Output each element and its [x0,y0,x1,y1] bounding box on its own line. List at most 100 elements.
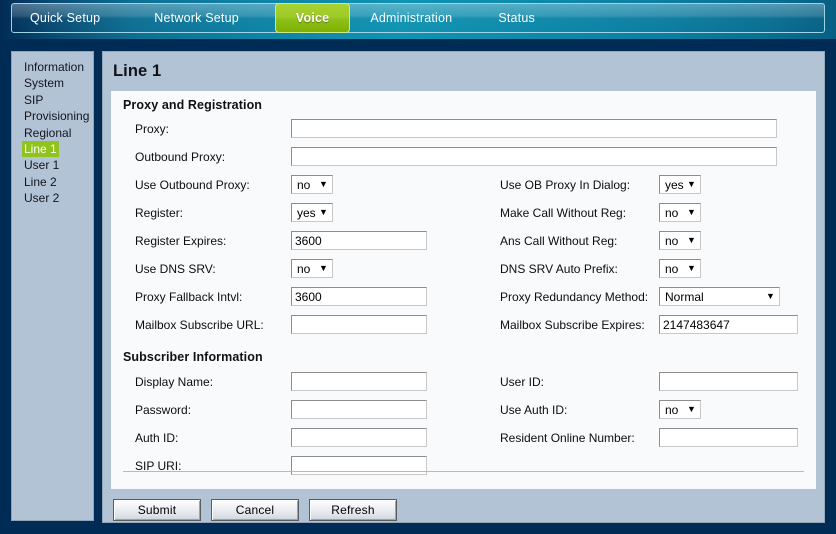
field-label-register: Register: [135,202,183,224]
field-label-password: Password: [135,399,191,421]
select-ans-call-without-reg[interactable]: no ▼ [659,231,701,250]
input-sip-uri[interactable] [291,456,427,475]
field-control-wrap-resident-online-number [659,428,798,447]
field-control-wrap-display-name [291,372,427,391]
field-label-dns-srv-auto-prefix: DNS SRV Auto Prefix: [500,258,618,280]
field-control-wrap-proxy [291,119,777,138]
field-label-use-auth-id: Use Auth ID: [500,399,567,421]
input-register-expires[interactable] [291,231,427,250]
label-text: Auth ID: [135,431,179,445]
refresh-button[interactable]: Refresh [309,499,397,521]
sidebar-row: Line 1 [22,140,93,158]
select-value: no [665,402,679,417]
sidebar-row: Information [22,59,93,75]
select-value: Normal [665,289,704,304]
nav-tab-network-setup[interactable]: Network Setup [134,3,275,33]
sidebar-item-user-2[interactable]: User 2 [22,190,61,206]
input-user-id[interactable] [659,372,798,391]
page-title: Line 1 [113,62,162,80]
label-text: Use Auth ID: [500,403,568,417]
field-label-use-ob-proxy-in-dialog: Use OB Proxy In Dialog: [500,174,630,196]
nav-tab-quick-setup[interactable]: Quick Setup [11,3,134,33]
sidebar-item-provisioning[interactable]: Provisioning [22,108,91,124]
sidebar-item-line-1[interactable]: Line 1 [22,140,59,158]
field-label-outbound-proxy: Outbound Proxy: [135,146,225,168]
field-label-sip-uri: SIP URI: [135,455,181,477]
field-control-wrap-mailbox-subscribe-url [291,315,427,334]
section-title-subscriber-information: Subscriber Information [123,350,263,364]
field-label-ans-call-without-reg: Ans Call Without Reg: [500,230,617,252]
field-control-wrap-register-expires [291,231,427,250]
select-value: no [665,261,679,276]
label-text: Display Name: [135,375,214,389]
field-label-auth-id: Auth ID: [135,427,178,449]
input-mailbox-subscribe-url[interactable] [291,315,427,334]
field-label-resident-online-number: Resident Online Number: [500,427,635,449]
select-use-auth-id[interactable]: no ▼ [659,400,701,419]
field-label-register-expires: Register Expires: [135,230,226,252]
sidebar-row: Regional [22,125,93,141]
chevron-down-icon: ▼ [766,291,775,301]
cancel-button[interactable]: Cancel [211,499,299,521]
input-password[interactable] [291,400,427,419]
label-text: Ans Call Without Reg: [500,234,618,248]
select-make-call-without-reg[interactable]: no ▼ [659,203,701,222]
select-use-ob-proxy-in-dialog[interactable]: yes ▼ [659,175,701,194]
field-label-user-id: User ID: [500,371,544,393]
chevron-down-icon: ▼ [319,179,328,189]
input-display-name[interactable] [291,372,427,391]
field-label-proxy-fallback-intvl: Proxy Fallback Intvl: [135,286,242,308]
field-label-make-call-without-reg: Make Call Without Reg: [500,202,626,224]
chevron-down-icon: ▼ [687,179,696,189]
main-content-panel: Line 1 Proxy and Registration Subscriber… [102,51,825,523]
sidebar-row: Line 2 [22,174,93,190]
input-proxy-fallback-intvl[interactable] [291,287,427,306]
field-control-wrap-user-id [659,372,798,391]
sidebar-row: System [22,75,93,91]
label-text: Use DNS SRV: [135,262,216,276]
navigation-tabs: Quick Setup Network Setup Voice Administrat… [11,3,559,33]
input-resident-online-number[interactable] [659,428,798,447]
select-use-outbound-proxy[interactable]: no ▼ [291,175,333,194]
field-control-wrap-outbound-proxy [291,147,777,166]
sidebar-row: User 2 [22,190,93,206]
card-bottom-divider [123,471,804,472]
select-value: yes [665,177,684,192]
action-button-bar: Submit Cancel Refresh [113,499,397,521]
label-text: Use Outbound Proxy: [135,178,250,192]
input-outbound-proxy[interactable] [291,147,777,166]
input-proxy[interactable] [291,119,777,138]
label-text: Proxy Fallback Intvl: [135,290,243,304]
nav-tab-administration[interactable]: Administration [350,3,478,33]
field-control-wrap-dns-srv-auto-prefix: no ▼ [659,259,701,278]
sidebar-item-sip[interactable]: SIP [22,92,45,108]
field-control-wrap-use-dns-srv: no ▼ [291,259,333,278]
input-mailbox-subscribe-expires[interactable] [659,315,798,334]
label-text: Proxy Redundancy Method: [500,290,649,304]
select-value: no [297,261,311,276]
select-proxy-redundancy-method[interactable]: Normal ▼ [659,287,780,306]
field-label-display-name: Display Name: [135,371,213,393]
label-text: User ID: [500,375,545,389]
select-register[interactable]: yes ▼ [291,203,333,222]
nav-tab-status[interactable]: Status [478,3,559,33]
chevron-down-icon: ▼ [319,207,328,217]
submit-button[interactable]: Submit [113,499,201,521]
label-text: DNS SRV Auto Prefix: [500,262,618,276]
select-dns-srv-auto-prefix[interactable]: no ▼ [659,259,701,278]
sidebar-item-regional[interactable]: Regional [22,125,73,141]
sidebar-item-user-1[interactable]: User 1 [22,157,61,173]
nav-tab-voice[interactable]: Voice [274,3,351,33]
sidebar-row: Provisioning [22,108,93,124]
sidebar-item-line-2[interactable]: Line 2 [22,174,59,190]
field-control-wrap-proxy-redundancy-method: Normal ▼ [659,287,780,306]
sidebar-item-information[interactable]: Information [22,59,86,75]
select-use-dns-srv[interactable]: no ▼ [291,259,333,278]
input-auth-id[interactable] [291,428,427,447]
sidebar-item-system[interactable]: System [22,75,66,91]
field-control-wrap-use-ob-proxy-in-dialog: yes ▼ [659,175,701,194]
field-control-wrap-make-call-without-reg: no ▼ [659,203,701,222]
field-control-wrap-sip-uri [291,456,427,475]
label-text: Outbound Proxy: [135,150,226,164]
field-label-mailbox-subscribe-url: Mailbox Subscribe URL: [135,314,264,336]
